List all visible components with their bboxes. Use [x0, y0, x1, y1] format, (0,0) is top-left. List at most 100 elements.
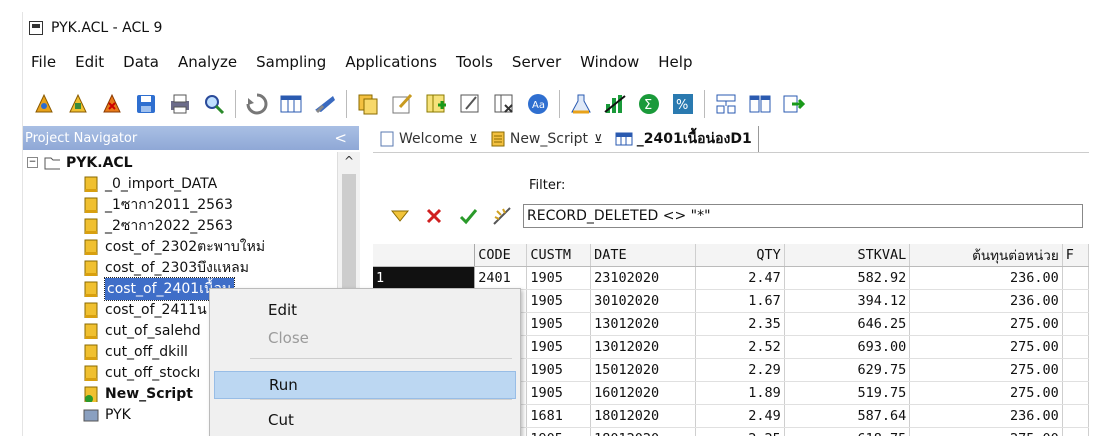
tree-item[interactable]: cut_off_stockı: [83, 362, 200, 383]
table-cell[interactable]: 2.35: [695, 312, 785, 336]
table-layout-icon[interactable]: [278, 91, 304, 117]
context-menu-item-run[interactable]: Run: [214, 371, 516, 399]
table-cell[interactable]: 1905: [526, 427, 592, 436]
table-cell[interactable]: 2.25: [695, 427, 785, 436]
table-cell[interactable]: 1905: [526, 266, 592, 290]
table-cell[interactable]: 1.89: [695, 381, 785, 405]
table-cell[interactable]: 2.29: [695, 358, 785, 382]
tab-welcome[interactable]: Welcome ⊻: [373, 126, 484, 152]
menu-server[interactable]: Server: [493, 53, 561, 71]
table-cell[interactable]: 275.00: [909, 335, 1063, 359]
column-header[interactable]: STKVAL: [784, 244, 911, 267]
table-cell[interactable]: 1905: [526, 358, 592, 382]
percent-icon[interactable]: %: [670, 91, 696, 117]
find-icon[interactable]: [201, 91, 227, 117]
table-cell[interactable]: 13012020: [590, 335, 696, 359]
open-project-icon[interactable]: [31, 91, 57, 117]
column-header[interactable]: QTY: [695, 244, 785, 267]
menu-edit[interactable]: Edit: [56, 53, 104, 71]
context-menu-item-edit[interactable]: Edit: [214, 296, 516, 324]
pin-icon[interactable]: ⊻: [594, 132, 603, 146]
copy-icon[interactable]: [355, 91, 381, 117]
filter-history-icon[interactable]: [489, 203, 515, 229]
table-cell[interactable]: 16012020: [590, 381, 696, 405]
close-icon[interactable]: [99, 91, 125, 117]
open-table-icon[interactable]: [65, 91, 91, 117]
acl-app-icon[interactable]: [29, 21, 43, 35]
tree-item[interactable]: cost_of_2303บึงแหลม: [83, 257, 249, 278]
table-cell[interactable]: 18012020: [590, 427, 696, 436]
table-cell[interactable]: [1062, 312, 1089, 336]
menu-file[interactable]: File: [23, 53, 56, 71]
tree-item[interactable]: cost_of_2411น: [83, 299, 207, 320]
column-header[interactable]: F: [1062, 244, 1089, 267]
tree-item[interactable]: cut_of_salehd: [83, 320, 201, 341]
table-cell[interactable]: 587.64: [784, 404, 911, 428]
table-cell[interactable]: 394.12: [784, 289, 911, 313]
table-cell[interactable]: 582.92: [784, 266, 911, 290]
menu-tools[interactable]: Tools: [437, 53, 493, 71]
split-view-icon[interactable]: [747, 91, 773, 117]
column-header[interactable]: ต้นทุนต่อหน่วย: [909, 244, 1063, 267]
table-cell[interactable]: [1062, 381, 1089, 405]
column-header[interactable]: DATE: [590, 244, 696, 267]
export-icon[interactable]: [781, 91, 807, 117]
menu-applications[interactable]: Applications: [326, 53, 437, 71]
table-cell[interactable]: 519.75: [784, 381, 911, 405]
verify-icon[interactable]: [568, 91, 594, 117]
table-cell[interactable]: 2401: [474, 266, 528, 290]
table-cell[interactable]: 1905: [526, 289, 592, 313]
table-cell[interactable]: 1905: [526, 335, 592, 359]
table-cell[interactable]: 18012020: [590, 404, 696, 428]
context-menu-item-cut[interactable]: Cut: [214, 406, 516, 434]
menu-window[interactable]: Window: [561, 53, 639, 71]
table-cell[interactable]: 618.75: [784, 427, 911, 436]
table-cell[interactable]: 275.00: [909, 427, 1063, 436]
table-cell[interactable]: 693.00: [784, 335, 911, 359]
table-cell[interactable]: 2.47: [695, 266, 785, 290]
tree-item[interactable]: _1ซากา2011_2563: [83, 194, 233, 215]
tree-item[interactable]: PYK: [83, 404, 131, 425]
table-cell[interactable]: 275.00: [909, 381, 1063, 405]
filter-input[interactable]: RECORD_DELETED <> "*": [523, 204, 1083, 228]
column-header[interactable]: CODE: [474, 244, 528, 267]
refresh-icon[interactable]: [244, 91, 270, 117]
menu-help[interactable]: Help: [639, 53, 692, 71]
table-cell[interactable]: 13012020: [590, 312, 696, 336]
table-row[interactable]: 1 2401 1905 23102020 2.47 582.92 236.00: [373, 266, 1089, 290]
table-cell[interactable]: [1062, 289, 1089, 313]
tree-item[interactable]: cut_off_dkill: [83, 341, 188, 362]
table-cell[interactable]: 275.00: [909, 358, 1063, 382]
add-column-icon[interactable]: [423, 91, 449, 117]
row-number[interactable]: 1: [373, 266, 476, 290]
table-cell[interactable]: [1062, 335, 1089, 359]
table-cell[interactable]: [1062, 266, 1089, 290]
edit-column-icon[interactable]: [457, 91, 483, 117]
column-header[interactable]: CUSTM: [526, 244, 592, 267]
profile-icon[interactable]: Σ: [636, 91, 662, 117]
table-cell[interactable]: 236.00: [909, 404, 1063, 428]
apply-filter-icon[interactable]: [455, 203, 481, 229]
table-cell[interactable]: 1.67: [695, 289, 785, 313]
filter-icon[interactable]: [312, 91, 338, 117]
scroll-up-arrow-icon[interactable]: ^: [338, 152, 360, 170]
table-cell[interactable]: 15012020: [590, 358, 696, 382]
table-cell[interactable]: 2.52: [695, 335, 785, 359]
remove-filter-icon[interactable]: [421, 203, 447, 229]
menu-analyze[interactable]: Analyze: [159, 53, 237, 71]
tree-item[interactable]: _0_import_DATA: [83, 173, 217, 194]
table-cell[interactable]: [1062, 358, 1089, 382]
edit-filter-icon[interactable]: [387, 203, 413, 229]
table-cell[interactable]: 1905: [526, 381, 592, 405]
table-cell[interactable]: 2.49: [695, 404, 785, 428]
menu-data[interactable]: Data: [104, 53, 159, 71]
tree-item[interactable]: _2ซากา2022_2563: [83, 215, 233, 236]
table-cell[interactable]: 236.00: [909, 266, 1063, 290]
collapse-navigator-button[interactable]: <: [334, 129, 347, 147]
tree-item[interactable]: cost_of_2302ตะพาบใหม่: [83, 236, 265, 257]
table-cell[interactable]: [1062, 404, 1089, 428]
table-cell[interactable]: 236.00: [909, 289, 1063, 313]
context-menu-item-close[interactable]: Close: [214, 324, 516, 352]
structure-icon[interactable]: [713, 91, 739, 117]
table-cell[interactable]: [1062, 427, 1089, 436]
